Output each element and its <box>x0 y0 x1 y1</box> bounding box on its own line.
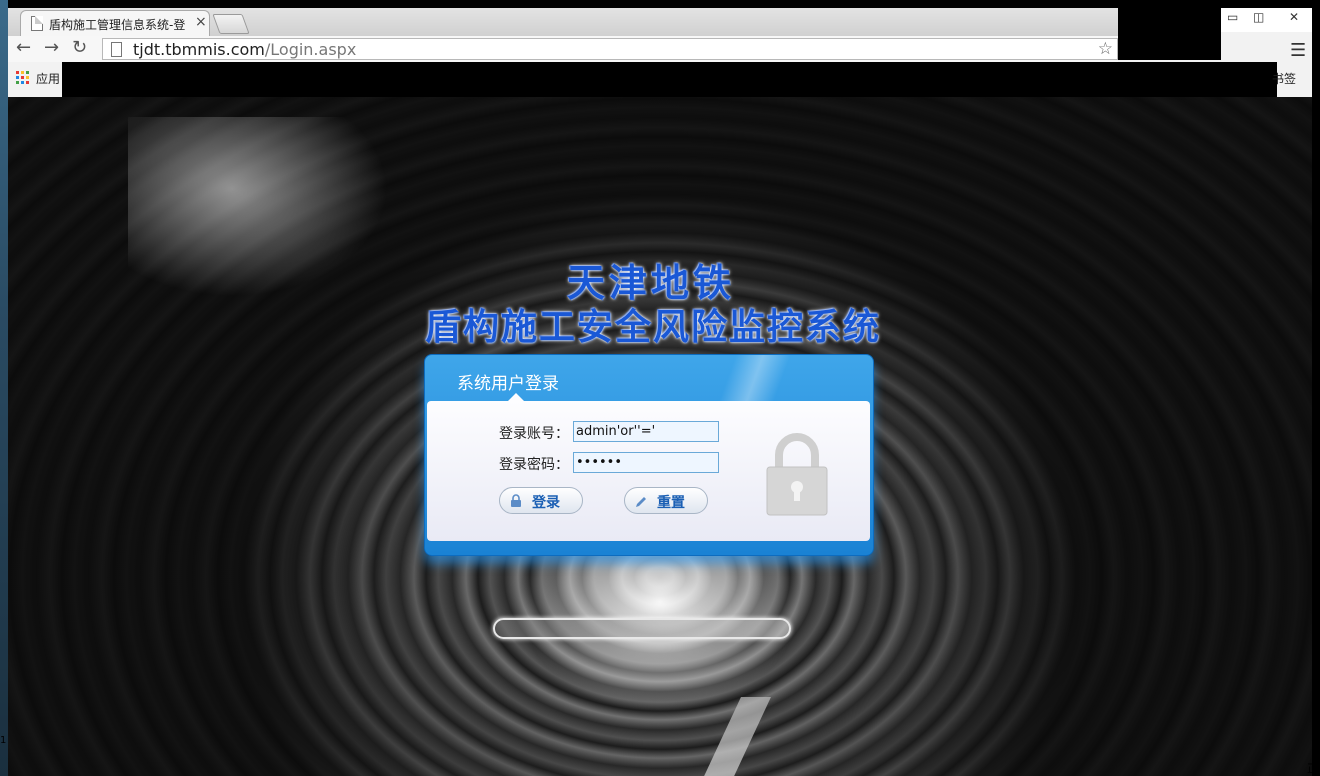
url-text: tjdt.tbmmis.com/Login.aspx <box>133 40 356 59</box>
account-label: 登录账号： <box>499 426 569 442</box>
url-path: /Login.aspx <box>264 40 357 59</box>
reload-icon[interactable]: ↻ <box>72 39 87 57</box>
browser-window: 盾构施工管理信息系统-登 × ▭ ◫ ✕ ← → ↻ tjdt.tbmmis.c… <box>8 8 1312 776</box>
reset-button-label: 重置 <box>657 495 685 511</box>
lock-icon <box>511 494 521 507</box>
browser-tab[interactable]: 盾构施工管理信息系统-登 × <box>20 10 210 36</box>
login-panel: 登录账号： 登录密码： 登录 重置 <box>427 393 870 541</box>
restore-icon[interactable]: ◫ <box>1253 10 1264 24</box>
window-controls: ▭ ◫ ✕ <box>1221 8 1312 32</box>
header-notch <box>507 393 525 402</box>
desktop-left-edge: 1 <box>0 0 8 776</box>
password-label: 登录密码： <box>499 457 569 473</box>
page-info-icon[interactable] <box>111 42 122 57</box>
bookmarks-bar: 应用 书签 <box>8 62 1312 97</box>
window-close-icon[interactable]: ✕ <box>1289 10 1299 24</box>
login-box: 系统用户登录 登录账号： 登录密码： 登录 <box>424 354 874 556</box>
account-input[interactable] <box>573 421 719 442</box>
tab-strip: 盾构施工管理信息系统-登 × <box>8 8 1118 36</box>
desktop-edge-number: 1 <box>0 735 7 746</box>
back-icon[interactable]: ← <box>16 39 31 57</box>
tunnel-light-glare <box>128 117 388 297</box>
menu-icon[interactable]: ☰ <box>1290 40 1306 61</box>
minimize-icon[interactable]: ▭ <box>1227 10 1238 24</box>
apps-icon[interactable] <box>16 71 30 85</box>
login-button-label: 登录 <box>532 495 560 511</box>
tab-title: 盾构施工管理信息系统-登 <box>49 18 186 32</box>
login-header: 系统用户登录 <box>457 374 559 394</box>
tunnel-rail <box>699 697 771 776</box>
padlock-icon <box>766 433 828 516</box>
browser-toolbar: ← → ↻ tjdt.tbmmis.com/Login.aspx ☆ <box>8 36 1118 62</box>
password-input[interactable] <box>573 452 719 473</box>
loading-progress-bar <box>493 618 791 639</box>
close-icon[interactable]: × <box>195 14 207 30</box>
other-bookmarks[interactable]: 书签 <box>1272 70 1296 87</box>
redacted-region <box>1118 8 1221 60</box>
desktop-edge-label: 正 <box>1307 762 1318 775</box>
forward-icon[interactable]: → <box>44 39 59 57</box>
login-button[interactable]: 登录 <box>499 487 583 514</box>
redacted-region <box>62 62 1277 97</box>
page-icon <box>31 16 43 31</box>
address-bar[interactable]: tjdt.tbmmis.com/Login.aspx ☆ <box>102 38 1118 60</box>
url-domain: tjdt.tbmmis.com <box>133 40 265 59</box>
login-page: 天津地铁 盾构施工安全风险监控系统 系统用户登录 登录账号： 登录密码： 登录 <box>8 97 1312 776</box>
header-shine <box>695 355 815 401</box>
pencil-icon <box>636 497 646 507</box>
new-tab-button[interactable] <box>212 14 250 34</box>
reset-button[interactable]: 重置 <box>624 487 708 514</box>
apps-label[interactable]: 应用 <box>36 70 60 87</box>
system-title-line2: 盾构施工安全风险监控系统 <box>424 307 881 348</box>
star-icon[interactable]: ☆ <box>1098 39 1113 59</box>
